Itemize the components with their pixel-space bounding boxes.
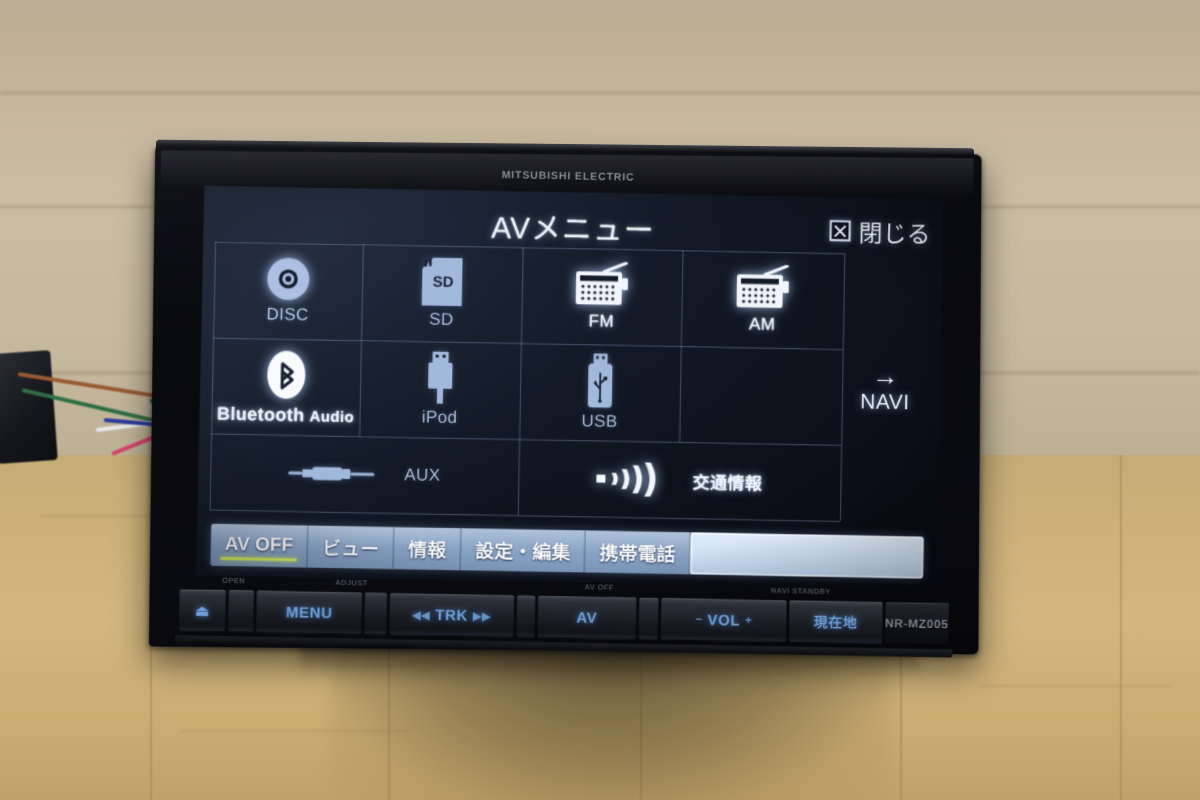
tab-label-av-off: AV OFF: [224, 533, 294, 557]
tab-label-mobile-phone: 携帯電話: [599, 543, 676, 566]
source-label-sd: SD: [429, 309, 454, 329]
brand-logo: MITSUBISHI ELECTRIC: [501, 169, 635, 184]
tab-mobile-phone[interactable]: 携帯電話: [585, 530, 691, 575]
volume-button[interactable]: − VOL +: [661, 598, 787, 643]
source-label-fm: FM: [588, 311, 615, 331]
source-button-aux[interactable]: AUX: [210, 433, 520, 515]
source-button-usb[interactable]: USB: [519, 343, 681, 442]
close-button-label: 閉じる: [858, 220, 931, 249]
volume-button-label: VOL: [707, 611, 741, 630]
lcd-screen: AVメニュー 閉じる DISC SD SD FM AM Bluetooth Au…: [196, 185, 944, 590]
wood-grain: [980, 685, 1170, 687]
bottom-tab-bar: AV OFF ビュー 情報 設定・編集 携帯電話: [210, 523, 924, 579]
tab-label-info: 情報: [408, 539, 447, 562]
engraving-navi-standby: NAVI STANDBY: [770, 586, 831, 597]
close-button[interactable]: 閉じる: [829, 213, 931, 250]
track-button-label: TRK: [435, 606, 469, 625]
source-label-am: AM: [748, 314, 776, 334]
source-label-ipod: iPod: [421, 407, 458, 427]
bluetooth-icon: [267, 350, 306, 399]
svg-text:SD: SD: [433, 274, 454, 291]
unit-cast-shadow: [330, 640, 890, 800]
navi-button-label: NAVI: [859, 390, 910, 415]
volume-up-icon[interactable]: +: [745, 615, 752, 627]
track-button[interactable]: ◀◀ TRK ▶▶: [388, 593, 515, 638]
source-label-aux: AUX: [404, 465, 441, 485]
eject-button[interactable]: ⏏: [178, 589, 227, 633]
radio-icon: [576, 261, 629, 306]
navi-button[interactable]: → NAVI: [840, 253, 930, 524]
tab-info[interactable]: 情報: [393, 526, 462, 571]
source-label-disc: DISC: [266, 304, 309, 325]
tab-settings[interactable]: 設定・編集: [460, 528, 586, 573]
engraving-open: OPEN: [221, 575, 246, 586]
track-next-icon[interactable]: ▶▶: [473, 609, 491, 622]
connector-block: [0, 350, 58, 464]
button-gap: [516, 595, 536, 638]
arrow-right-icon: →: [872, 360, 899, 392]
tab-label-view: ビュー: [321, 538, 380, 561]
tab-view[interactable]: ビュー: [307, 525, 395, 570]
broadcast-wave-icon: [596, 462, 656, 497]
disc-icon: [267, 258, 310, 301]
source-button-disc[interactable]: DISC: [213, 242, 363, 341]
active-tab-indicator: [220, 556, 297, 562]
current-location-label: 現在地: [813, 613, 858, 631]
model-number-text: NR-MZ005: [884, 616, 949, 632]
close-icon: [829, 220, 851, 242]
bt-label-sub: Audio: [309, 407, 355, 426]
eject-icon: ⏏: [194, 602, 211, 620]
volume-down-icon[interactable]: −: [695, 614, 702, 626]
usb-stick-icon: [587, 353, 613, 408]
unit-body: MITSUBISHI ELECTRIC AVメニュー 閉じる DISC SD S…: [148, 146, 982, 658]
source-button-am[interactable]: AM: [681, 250, 844, 349]
bt-label-main: Bluetooth: [216, 403, 305, 425]
track-prev-icon[interactable]: ◀◀: [412, 608, 430, 621]
engraving-adjust: ADJUST: [335, 578, 368, 588]
source-grid: DISC SD SD FM AM Bluetooth Audio iPod US…: [209, 241, 930, 525]
model-number: NR-MZ005: [884, 602, 949, 646]
source-button-sd[interactable]: SD SD: [361, 244, 523, 343]
source-label-bluetooth-audio: Bluetooth Audio: [217, 403, 355, 427]
engraving-av-off: AV OFF: [584, 582, 614, 593]
button-gap: [638, 597, 659, 641]
sd-card-icon: SD: [421, 257, 463, 307]
av-button-label: AV: [576, 609, 598, 627]
av-button[interactable]: AV: [537, 595, 637, 640]
source-label-traffic-info: 交通情報: [692, 472, 763, 494]
car-navigation-head-unit: MITSUBISHI ELECTRIC AVメニュー 閉じる DISC SD S…: [148, 139, 982, 658]
button-gap: [364, 592, 387, 636]
tab-av-off[interactable]: AV OFF: [210, 523, 309, 568]
source-cell-empty: [679, 346, 843, 445]
floor-plank: [1120, 455, 1122, 800]
radio-icon: [737, 264, 790, 309]
source-button-traffic-info[interactable]: 交通情報: [518, 439, 841, 521]
button-gap: [228, 590, 255, 633]
source-button-bluetooth-audio[interactable]: Bluetooth Audio: [211, 338, 361, 437]
menu-button-label: MENU: [285, 603, 333, 622]
wall-seam: [0, 92, 1200, 94]
current-location-button[interactable]: 現在地: [788, 600, 883, 645]
source-button-ipod[interactable]: iPod: [359, 340, 521, 439]
tab-label-settings: 設定・編集: [475, 540, 571, 564]
tab-blank[interactable]: [690, 532, 924, 579]
source-label-usb: USB: [581, 411, 618, 431]
source-button-fm[interactable]: FM: [521, 247, 683, 346]
usb-plug-icon: [428, 351, 453, 404]
audio-jack-icon: [288, 466, 375, 481]
menu-button[interactable]: MENU: [256, 590, 363, 635]
